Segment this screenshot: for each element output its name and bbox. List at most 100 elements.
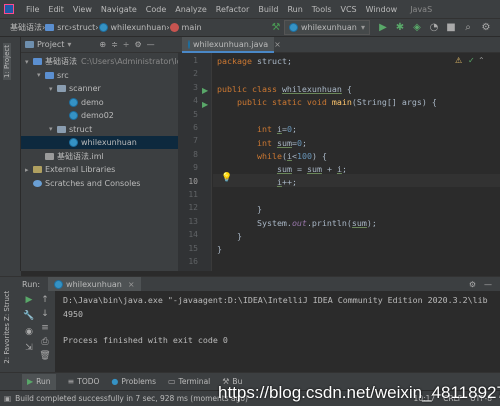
close-icon[interactable]: × xyxy=(274,40,281,49)
menu-bar: File Edit View Navigate Code Analyze Ref… xyxy=(0,0,500,18)
breadcrumb-item-method[interactable]: main xyxy=(169,23,202,32)
left-tool-strip: 1: Project xyxy=(0,37,21,271)
status-icon: ▣ xyxy=(4,394,12,403)
stop-icon[interactable]: ■ xyxy=(445,21,457,33)
run-configuration-select[interactable]: whilexunhuan ▾ xyxy=(284,20,370,35)
tree-item-label: 基础语法.iml xyxy=(57,151,104,161)
search-icon[interactable]: ⌕ xyxy=(462,21,474,33)
run-gutter-icon[interactable]: ▶ xyxy=(202,100,208,109)
run-tab[interactable]: whilexunhuan × xyxy=(48,277,141,291)
line-number: 5 xyxy=(193,109,198,119)
line-number: 6 xyxy=(193,123,198,132)
run-gutter-icon[interactable]: ▶ xyxy=(202,86,208,95)
minimize-icon[interactable]: — xyxy=(484,280,492,289)
coverage-icon[interactable]: ◈ xyxy=(411,21,423,33)
folder-icon xyxy=(45,24,55,31)
editor-tabs: whilexunhuan.java × xyxy=(178,37,500,53)
camera-icon[interactable]: ◉ xyxy=(21,327,37,337)
profile-icon[interactable]: ◔ xyxy=(428,21,440,33)
menu-window[interactable]: Window xyxy=(366,5,398,14)
run-panel-label: Run: xyxy=(22,279,41,289)
line-number: 8 xyxy=(193,149,198,159)
exit-icon[interactable]: ⇲ xyxy=(21,343,37,353)
breadcrumb-item-src[interactable]: src xyxy=(45,23,69,32)
menu-analyze[interactable]: Analyze xyxy=(175,5,207,14)
tab-whilexunhuan-java[interactable]: whilexunhuan.java × xyxy=(182,37,281,53)
tree-item[interactable]: ▾ struct xyxy=(21,123,92,136)
chevron-down-icon[interactable]: ▾ xyxy=(37,71,45,79)
soft-wrap-icon[interactable]: ≡ xyxy=(37,323,53,333)
tree-item-label: 基础语法 xyxy=(45,57,77,66)
line-number: 13 xyxy=(188,216,198,226)
menu-navigate[interactable]: Navigate xyxy=(101,5,137,14)
tab-todo[interactable]: ≡ TODO xyxy=(68,377,100,386)
arrow-up-icon[interactable]: ↑ xyxy=(37,295,53,305)
terminal-icon: ▭ xyxy=(167,377,176,386)
menu-view[interactable]: View xyxy=(73,5,92,14)
tab-project[interactable]: 1: Project xyxy=(3,43,11,80)
tree-item[interactable]: ▸ External Libraries xyxy=(21,163,115,176)
tree-item[interactable]: ▾ 基础语法 C:\Users\Administrator\Ide xyxy=(21,55,187,68)
expand-icon[interactable]: ÷ xyxy=(123,40,130,49)
line-number: 12 xyxy=(188,203,198,213)
debug-icon[interactable]: ✱ xyxy=(394,21,406,33)
project-panel-title[interactable]: Project xyxy=(37,40,64,49)
run-toolbar-secondary: ↑ ↓ ≡ ⎙ 🗑 xyxy=(37,291,56,372)
rerun-icon[interactable]: ▶ xyxy=(21,295,37,305)
hammer-build-icon[interactable]: ⚒ xyxy=(270,21,282,33)
arrow-down-icon[interactable]: ↓ xyxy=(37,309,53,319)
watermark: https://blog.csdn.net/weixin_48118927 xyxy=(218,383,500,402)
console-line-command: D:\Java\bin\java.exe "-javaagent:D:\IDEA… xyxy=(63,295,488,305)
breadcrumb-item-class[interactable]: whilexunhuan xyxy=(98,23,166,32)
tree-item[interactable]: demo xyxy=(21,96,104,109)
chevron-down-icon[interactable]: ▸ xyxy=(25,166,33,174)
trash-icon[interactable]: 🗑 xyxy=(37,351,53,361)
chevron-down-icon[interactable]: ▾ xyxy=(49,85,57,93)
locate-icon[interactable]: ⊕ xyxy=(99,40,106,49)
tree-item-label: Scratches and Consoles xyxy=(45,178,141,188)
tab-terminal[interactable]: ▭ Terminal xyxy=(168,377,210,386)
run-icon[interactable]: ▶ xyxy=(377,21,389,33)
tree-item[interactable]: ▾ src xyxy=(21,69,69,82)
menu-edit[interactable]: Edit xyxy=(48,5,64,14)
settings-icon[interactable]: ⚙ xyxy=(480,21,492,33)
status-message: Build completed successfully in 7 sec, 9… xyxy=(15,394,248,403)
project-panel: Project ▾ ⊕ ≑ ÷ ⚙ — ▾ 基础语法 C:\Users\Admini… xyxy=(21,37,187,271)
code-line-6: int i=0; xyxy=(256,124,297,134)
close-icon[interactable]: × xyxy=(128,280,135,289)
code-line-14: } xyxy=(217,231,242,241)
minimize-icon[interactable]: — xyxy=(147,40,155,49)
gear-icon[interactable]: ⚙ xyxy=(135,40,142,49)
tree-item[interactable]: demo02 xyxy=(21,109,114,122)
menu-build[interactable]: Build xyxy=(258,5,278,14)
tab-run[interactable]: ▶ Run xyxy=(22,373,56,390)
tab-favorites[interactable]: 2: Favorites xyxy=(3,323,11,364)
menu-run[interactable]: Run xyxy=(287,5,302,14)
tree-item[interactable]: Scratches and Consoles xyxy=(21,177,140,190)
line-number: 16 xyxy=(188,257,198,266)
breadcrumb-item-struct[interactable]: struct xyxy=(72,23,95,32)
run-panel-header: Run: whilexunhuan × ⚙ — xyxy=(0,276,500,291)
menu-vcs[interactable]: VCS xyxy=(341,5,357,14)
code-line-10: i++; xyxy=(276,177,297,187)
menu-code[interactable]: Code xyxy=(146,5,166,14)
tree-item[interactable]: ▾ scanner xyxy=(21,82,101,95)
menu-refactor[interactable]: Refactor xyxy=(216,5,250,14)
print-icon[interactable]: ⎙ xyxy=(37,337,53,347)
line-number: 9 xyxy=(193,163,198,173)
chevron-down-icon[interactable]: ▾ xyxy=(25,58,33,66)
tree-item[interactable]: whilexunhuan xyxy=(21,136,178,149)
breadcrumb-item-project[interactable]: 基础语法 xyxy=(10,22,42,33)
gear-icon[interactable]: ⚙ xyxy=(469,280,476,289)
collapse-all-icon[interactable]: ≑ xyxy=(111,40,118,49)
chevron-down-icon[interactable]: ▾ xyxy=(67,40,71,49)
warning-icon[interactable]: ⚠ xyxy=(455,56,462,65)
scratch-icon xyxy=(33,179,42,187)
chevron-down-icon[interactable]: ▾ xyxy=(49,125,57,133)
tree-item[interactable]: 基础语法.iml xyxy=(21,150,104,163)
menu-file[interactable]: File xyxy=(26,5,39,14)
tab-problems[interactable]: ● Problems xyxy=(111,377,156,386)
chevron-up-icon[interactable]: ⌃ xyxy=(478,56,485,65)
menu-tools[interactable]: Tools xyxy=(312,5,332,14)
wrench-icon[interactable]: 🔧 xyxy=(21,311,37,321)
